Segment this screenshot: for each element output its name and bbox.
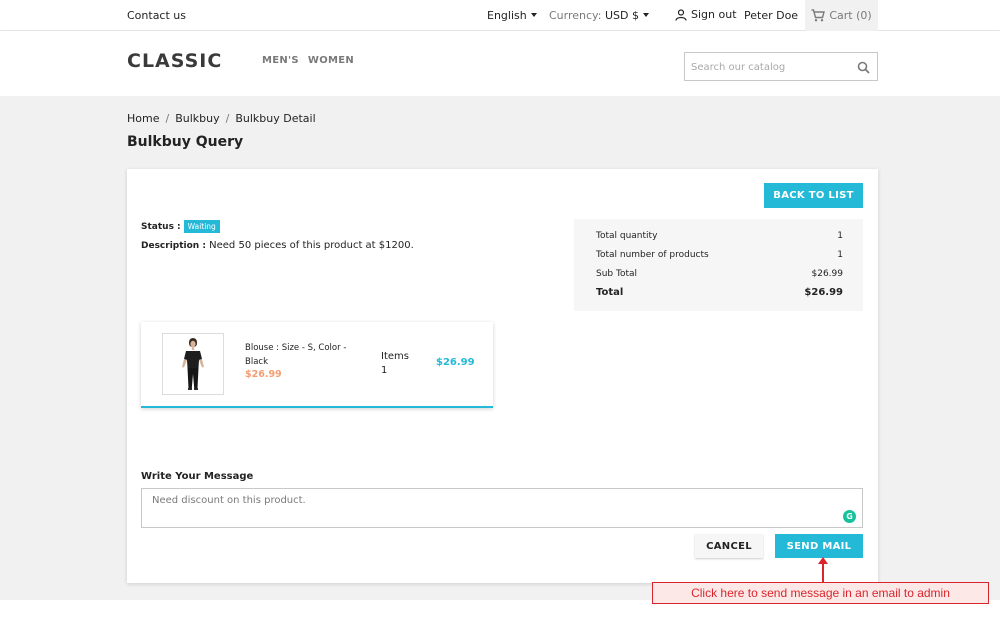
totals-row-subtotal: Sub Total $26.99 [596,269,843,279]
totals-row-products: Total number of products 1 [596,250,843,260]
breadcrumb-separator: / [225,112,230,125]
grammarly-icon[interactable]: G [843,510,856,523]
product-name[interactable]: Blouse : Size - S, Color - Black [245,341,360,369]
contact-us-link[interactable]: Contact us [127,9,186,22]
breadcrumb-current[interactable]: Bulkbuy Detail [235,112,315,125]
annotation-callout: Click here to send message in an email t… [652,582,989,604]
send-mail-button[interactable]: SEND MAIL [775,534,863,558]
status-row: Status : Waiting [141,220,220,233]
main-content: Home / Bulkbuy / Bulkbuy Detail Bulkbuy … [0,96,1000,600]
totals-summary: Total quantity 1 Total number of product… [574,219,863,311]
totals-label: Total [596,287,624,298]
description-row: Description : Need 50 pieces of this pro… [141,240,414,251]
product-total: $26.99 [436,357,475,368]
sign-out-link[interactable]: Sign out [675,8,737,21]
totals-value: 1 [837,250,843,260]
message-label: Write Your Message [141,471,254,482]
annotation-arrow [822,561,824,583]
user-name-link[interactable]: Peter Doe [744,9,798,22]
blouse-image-icon [182,338,204,390]
description-label: Description : [141,241,206,251]
search-box [684,52,878,81]
nav-item-mens[interactable]: MEN'S [262,55,299,66]
totals-value: $26.99 [811,269,844,279]
currency-label: Currency: [549,9,602,22]
site-header: CLASSIC MEN'S WOMEN [0,31,1000,96]
totals-label: Total quantity [596,231,658,241]
search-icon[interactable] [857,61,870,74]
product-items: Items 1 [381,350,409,378]
breadcrumb-separator: / [165,112,170,125]
totals-label: Total number of products [596,250,709,260]
language-value: English [487,9,527,22]
totals-value: 1 [837,231,843,241]
items-count: 1 [381,365,388,376]
product-card: Blouse : Size - S, Color - Black $26.99 … [141,322,493,408]
breadcrumb-bulkbuy[interactable]: Bulkbuy [175,112,219,125]
bulkbuy-detail-card: BACK TO LIST Status : Waiting Descriptio… [127,169,878,583]
language-selector[interactable]: English [487,9,537,22]
status-label: Status : [141,221,181,232]
breadcrumb-home[interactable]: Home [127,112,159,125]
page-title: Bulkbuy Query [127,134,244,150]
sign-out-label: Sign out [691,8,737,21]
cart-label: Cart (0) [829,9,872,22]
status-badge: Waiting [183,220,220,233]
product-price: $26.99 [245,369,282,380]
message-textarea[interactable]: Need discount on this product. [142,489,862,527]
user-icon [675,8,687,21]
currency-value: USD $ [604,9,639,22]
search-input[interactable] [691,59,851,75]
nav-item-women[interactable]: WOMEN [308,55,354,66]
caret-down-icon [642,13,649,17]
site-logo[interactable]: CLASSIC [127,50,222,72]
product-thumbnail[interactable] [162,333,224,395]
totals-row-total: Total $26.99 [596,287,843,298]
cart-button[interactable]: Cart (0) [805,0,878,31]
top-bar: Contact us English Currency: USD $ Sign … [0,0,1000,31]
cart-icon [811,9,826,22]
back-to-list-button[interactable]: BACK TO LIST [764,183,863,208]
totals-label: Sub Total [596,269,638,279]
items-label: Items [381,351,409,362]
totals-value: $26.99 [804,287,843,298]
totals-row-quantity: Total quantity 1 [596,231,843,241]
description-value: Need 50 pieces of this product at $1200. [209,240,414,251]
breadcrumb: Home / Bulkbuy / Bulkbuy Detail [127,112,316,125]
cancel-button[interactable]: CANCEL [695,534,763,558]
message-field: Need discount on this product. G [141,488,863,528]
caret-down-icon [530,13,537,17]
main-nav: MEN'S WOMEN [262,55,354,66]
currency-selector[interactable]: Currency: USD $ [549,9,649,22]
